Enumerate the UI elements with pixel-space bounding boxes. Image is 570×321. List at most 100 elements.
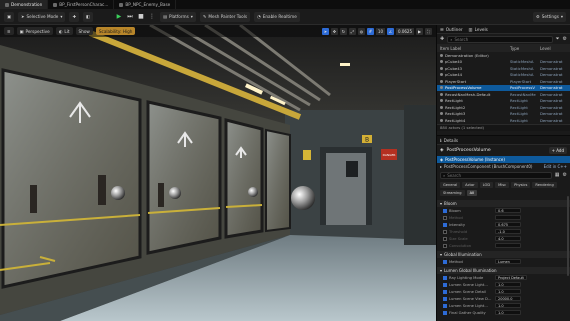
visibility-icon[interactable] xyxy=(440,60,443,64)
property-value[interactable]: 1.0 xyxy=(495,281,521,288)
visibility-icon[interactable] xyxy=(440,92,443,96)
list-item[interactable]: RectLight2 RectLight Demonstrat xyxy=(437,104,570,111)
section-lumen[interactable]: ▾ Lumen Global Illumination xyxy=(437,267,570,274)
category-rendering[interactable]: Rendering xyxy=(532,182,557,188)
edit-in-cpp-link[interactable]: Edit in C++ xyxy=(544,164,567,169)
mesh-painter-button[interactable]: ✎ Mesh Painter Tools xyxy=(199,11,251,22)
visibility-icon[interactable] xyxy=(440,73,443,77)
category-lod[interactable]: LOD xyxy=(479,182,494,188)
list-item[interactable]: pCube44 StaticMeshA Demonstrat xyxy=(437,72,570,79)
override-checkbox[interactable] xyxy=(443,229,447,234)
world-local-icon[interactable]: ◍ xyxy=(357,27,365,35)
override-checkbox[interactable] xyxy=(443,296,447,301)
list-item[interactable]: pCube40 StaticMeshA Demonstrat xyxy=(437,59,570,66)
settings-button[interactable]: ⚙ Settings ▾ xyxy=(532,11,566,22)
visibility-icon[interactable] xyxy=(440,99,443,103)
outliner-search-input[interactable]: ⌕ Search xyxy=(447,35,553,43)
selection-mode-dropdown[interactable]: ➤ Selective Mode ▾ xyxy=(17,11,66,22)
override-checkbox[interactable] xyxy=(443,289,447,294)
save-button[interactable]: ▣ xyxy=(4,11,14,22)
rotation-snap-icon[interactable]: ∠ xyxy=(387,27,394,35)
realtime-button[interactable]: ◔ Enable Realtime xyxy=(254,11,300,22)
camera-speed-icon[interactable]: ▶ xyxy=(416,27,423,35)
list-item[interactable]: RecastNavMesh-Default RecastNavMe Demonstr… xyxy=(437,91,570,98)
translate-icon[interactable]: ✥ xyxy=(330,27,338,35)
property-value[interactable] xyxy=(495,242,521,249)
visibility-icon[interactable] xyxy=(440,112,443,116)
visibility-icon[interactable] xyxy=(440,118,443,122)
scalability-warning[interactable]: Scalability: High xyxy=(95,27,136,35)
stop-icon[interactable]: ■ xyxy=(137,13,145,21)
property-value[interactable]: 20000.0 xyxy=(495,295,521,302)
tab-levels[interactable]: ▥ Levels xyxy=(469,27,488,32)
list-item[interactable]: RectLight3 RectLight Demonstrat xyxy=(437,111,570,118)
play-icon[interactable]: ▶ xyxy=(115,13,123,21)
override-checkbox[interactable] xyxy=(443,222,447,227)
property-value[interactable]: 1.0 xyxy=(495,302,521,309)
filter-icon[interactable]: ⏷ xyxy=(556,36,560,42)
category-streaming[interactable]: Streaming xyxy=(440,190,465,196)
scale-snap-value[interactable]: 0.0625 xyxy=(396,27,414,35)
add-content-button[interactable]: ✚ xyxy=(69,11,79,22)
override-checkbox[interactable] xyxy=(443,282,447,287)
override-checkbox[interactable] xyxy=(443,243,447,248)
col-item-label[interactable]: Item Label xyxy=(440,46,510,51)
visibility-icon[interactable] xyxy=(440,53,443,57)
maximize-icon[interactable]: ⛶ xyxy=(425,27,432,35)
scale-icon[interactable]: ⤢ xyxy=(348,27,356,35)
visibility-icon[interactable] xyxy=(440,105,443,109)
rotate-icon[interactable]: ↻ xyxy=(339,27,347,35)
property-value[interactable]: 1.0 xyxy=(495,288,521,295)
component-instance[interactable]: ◈ PostProcessVolume (Instance) xyxy=(437,156,570,163)
tab-outliner[interactable]: ☰ Outliner xyxy=(440,27,463,32)
details-search-input[interactable]: ⌕ Search xyxy=(440,171,552,179)
visibility-icon[interactable] xyxy=(440,86,443,90)
col-type[interactable]: Type xyxy=(510,46,540,51)
override-checkbox[interactable] xyxy=(443,275,447,280)
property-value[interactable] xyxy=(495,214,521,221)
level-viewport[interactable]: B DANGER ≡ ▣ Perspective ◐ Lit Show Scal… xyxy=(0,25,436,321)
override-checkbox[interactable] xyxy=(443,236,447,241)
section-global-illumination[interactable]: ▾ Global Illumination xyxy=(437,251,570,258)
tab-details[interactable]: ℹ Details xyxy=(440,138,458,143)
property-value[interactable]: 0.6 xyxy=(495,207,521,214)
method-dropdown[interactable]: Lumen xyxy=(495,258,521,265)
add-component-button[interactable]: + Add xyxy=(548,147,567,154)
visibility-icon[interactable] xyxy=(440,79,443,83)
viewport-menu-button[interactable]: ≡ xyxy=(4,27,14,35)
list-item[interactable]: pCube43 StaticMeshA Demonstrat xyxy=(437,65,570,72)
show-button[interactable]: Show xyxy=(75,27,93,35)
section-bloom[interactable]: ▾ Bloom xyxy=(437,200,570,207)
list-item-selected[interactable]: PostProcessVolume PostProcessV Demonstrat xyxy=(437,84,570,91)
tab-npc-enemy[interactable]: BP_NPC_Enemy_Base xyxy=(114,0,177,9)
category-actor[interactable]: Actor xyxy=(462,182,478,188)
property-value[interactable]: Project Default xyxy=(495,274,527,281)
tab-first-person-character[interactable]: BP_FirstPersonCharac... xyxy=(48,0,115,9)
property-value[interactable]: 4.0 xyxy=(495,235,521,242)
perspective-button[interactable]: ▣ Perspective xyxy=(16,27,53,35)
property-value[interactable]: 0.675 xyxy=(495,221,521,228)
grid-snap-value[interactable]: 10 xyxy=(375,27,385,35)
property-value[interactable]: 1.0 xyxy=(495,309,521,316)
list-item[interactable]: RectLight4 RectLight Demonstrat xyxy=(437,117,570,124)
details-scrollbar[interactable] xyxy=(567,196,569,276)
blueprint-button[interactable]: ◧ xyxy=(83,11,93,22)
select-mode-icon[interactable]: ➤ xyxy=(321,27,329,35)
override-checkbox[interactable] xyxy=(443,303,447,308)
property-value[interactable]: -1.0 xyxy=(495,228,521,235)
category-misc[interactable]: Misc xyxy=(495,182,510,188)
lit-button[interactable]: ◐ Lit xyxy=(55,27,73,35)
gear-icon[interactable]: ⚙ xyxy=(563,172,567,178)
override-checkbox[interactable] xyxy=(443,259,447,264)
gear-icon[interactable]: ⚙ xyxy=(563,36,567,42)
list-item[interactable]: PlayerStart PlayerStart Demonstrat xyxy=(437,78,570,85)
category-all[interactable]: All xyxy=(466,190,478,196)
grid-snap-icon[interactable]: # xyxy=(366,27,374,35)
skip-icon[interactable]: ⏭ xyxy=(126,13,134,21)
category-general[interactable]: General xyxy=(440,182,461,188)
visibility-icon[interactable] xyxy=(440,66,443,70)
grid-view-icon[interactable]: ▦ xyxy=(555,172,560,178)
col-level[interactable]: Level xyxy=(540,46,567,51)
override-checkbox[interactable] xyxy=(443,215,447,220)
list-item[interactable]: RectLight RectLight Demonstrat xyxy=(437,98,570,105)
